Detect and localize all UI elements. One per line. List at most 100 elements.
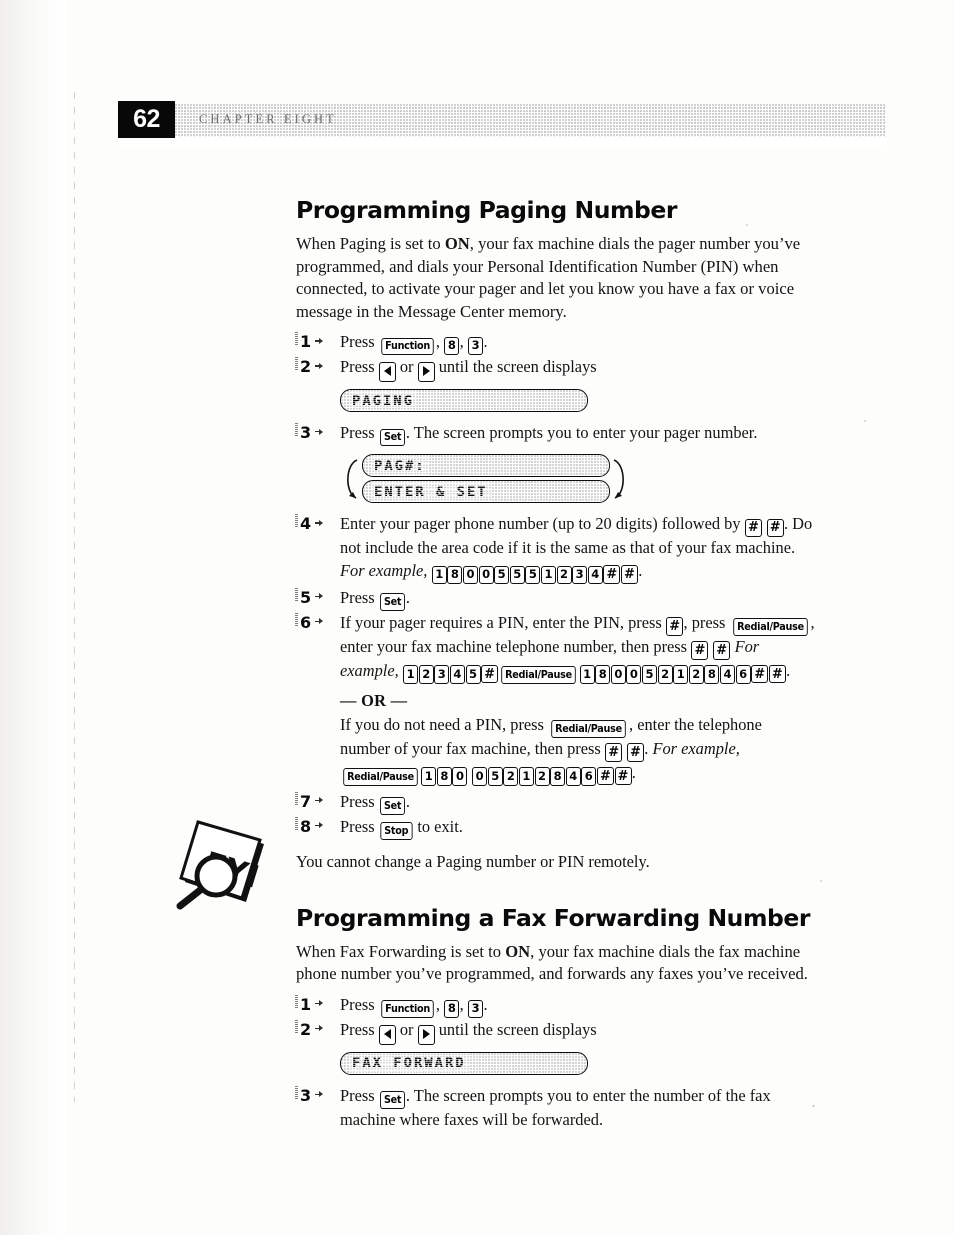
step-tail: . bbox=[786, 660, 791, 680]
key-hash[interactable]: # bbox=[626, 743, 644, 762]
key-8[interactable]: 8 bbox=[447, 565, 463, 584]
key-2[interactable]: 2 bbox=[534, 767, 550, 786]
key-hash[interactable]: # bbox=[751, 665, 769, 684]
key-set[interactable]: Set bbox=[379, 797, 405, 815]
step-number: 2 bbox=[294, 356, 311, 379]
key-4[interactable]: 4 bbox=[720, 665, 735, 684]
key-function[interactable]: Function bbox=[381, 337, 434, 356]
key-6[interactable]: 6 bbox=[735, 665, 751, 684]
key-hash[interactable]: # bbox=[691, 641, 709, 660]
key-hash[interactable]: # bbox=[744, 518, 762, 537]
key-5[interactable]: 5 bbox=[487, 767, 503, 786]
step-arrow-icon bbox=[315, 519, 324, 527]
key-1[interactable]: 1 bbox=[421, 767, 437, 786]
key-8[interactable]: 8 bbox=[436, 767, 452, 786]
key-1[interactable]: 1 bbox=[403, 665, 419, 684]
key-hash[interactable]: # bbox=[713, 641, 731, 660]
key-hash[interactable]: # bbox=[481, 665, 499, 684]
key-left-arrow[interactable] bbox=[378, 1024, 396, 1045]
key-8[interactable]: 8 bbox=[444, 999, 460, 1018]
step-number: 2 bbox=[294, 1019, 311, 1042]
key-redial-pause[interactable]: Redial/Pause bbox=[343, 768, 418, 786]
step-paging-5: 5 Press Set. bbox=[294, 587, 816, 611]
key-4[interactable]: 4 bbox=[587, 565, 603, 584]
key-1[interactable]: 1 bbox=[540, 565, 556, 584]
key-0[interactable]: 0 bbox=[478, 565, 494, 584]
key-hash[interactable]: # bbox=[605, 743, 623, 762]
key-0[interactable]: 0 bbox=[462, 565, 478, 584]
key-8[interactable]: 8 bbox=[595, 665, 611, 684]
key-8[interactable]: 8 bbox=[444, 337, 460, 356]
section-title-fax-forwarding: Programming a Fax Forwarding Number bbox=[296, 903, 810, 932]
key-left-arrow[interactable] bbox=[378, 362, 396, 383]
key-8[interactable]: 8 bbox=[704, 665, 720, 684]
key-hash[interactable]: # bbox=[614, 767, 632, 786]
press-word: Press bbox=[340, 423, 375, 443]
key-4[interactable]: 4 bbox=[449, 665, 465, 684]
example-label: For example, bbox=[652, 738, 740, 758]
example-label: For example, bbox=[340, 560, 428, 580]
key-right-arrow[interactable] bbox=[417, 1024, 435, 1045]
key-3[interactable]: 3 bbox=[572, 565, 588, 584]
key-hash[interactable]: # bbox=[620, 565, 638, 584]
step-text-a: Enter your pager phone number (up to 20 … bbox=[340, 514, 741, 534]
key-6[interactable]: 6 bbox=[581, 767, 597, 786]
press-word: Press bbox=[340, 816, 375, 836]
key-5[interactable]: 5 bbox=[465, 665, 481, 684]
key-3[interactable]: 3 bbox=[434, 665, 450, 684]
key-hash[interactable]: # bbox=[596, 767, 614, 786]
key-5[interactable]: 5 bbox=[509, 565, 525, 584]
key-5[interactable]: 5 bbox=[494, 565, 510, 584]
key-1[interactable]: 1 bbox=[579, 665, 595, 684]
step-tail: . bbox=[405, 791, 411, 811]
key-0[interactable]: 0 bbox=[452, 767, 468, 786]
key-1[interactable]: 1 bbox=[673, 665, 689, 684]
key-0[interactable]: 0 bbox=[610, 665, 626, 684]
key-2[interactable]: 2 bbox=[556, 565, 572, 584]
key-hash[interactable]: # bbox=[766, 518, 784, 537]
key-function[interactable]: Function bbox=[381, 1000, 434, 1018]
step-text-b: , press bbox=[683, 612, 726, 632]
key-hash[interactable]: # bbox=[666, 617, 684, 636]
scan-dust bbox=[746, 224, 748, 226]
key-2[interactable]: 2 bbox=[503, 767, 519, 786]
period-1: . bbox=[483, 994, 488, 1014]
key-hash[interactable]: # bbox=[603, 565, 621, 584]
key-8[interactable]: 8 bbox=[550, 767, 566, 786]
key-redial-pause[interactable]: Redial/Pause bbox=[551, 720, 626, 738]
key-0[interactable]: 0 bbox=[472, 767, 488, 786]
key-2[interactable]: 2 bbox=[418, 665, 434, 684]
key-set[interactable]: Set bbox=[379, 1091, 405, 1109]
key-1[interactable]: 1 bbox=[518, 767, 534, 786]
or-text-c: . bbox=[644, 738, 649, 758]
key-set[interactable]: Set bbox=[379, 593, 405, 611]
chapter-label: CHAPTER EIGHT bbox=[199, 112, 337, 126]
lcd-text: PAGING bbox=[349, 390, 417, 411]
lcd-display-fax-forward: FAX FORWARD bbox=[340, 1051, 816, 1075]
lcd-cycle-arrow-left-icon bbox=[347, 459, 358, 499]
key-1[interactable]: 1 bbox=[431, 565, 447, 584]
step-arrow-icon bbox=[315, 797, 324, 805]
lcd-cycle-arrow-right-icon bbox=[613, 459, 624, 499]
step-arrow-icon bbox=[315, 337, 324, 345]
key-set[interactable]: Set bbox=[379, 428, 405, 447]
key-5[interactable]: 5 bbox=[642, 665, 658, 684]
key-0[interactable]: 0 bbox=[626, 665, 642, 684]
key-redial-pause[interactable]: Redial/Pause bbox=[732, 618, 808, 636]
key-2[interactable]: 2 bbox=[657, 665, 673, 684]
step-number: 1 bbox=[294, 331, 311, 354]
key-3[interactable]: 3 bbox=[468, 337, 484, 356]
step-tail: . The screen prompts you to enter your p… bbox=[405, 423, 758, 443]
key-hash[interactable]: # bbox=[768, 665, 786, 684]
key-redial-pause[interactable]: Redial/Pause bbox=[501, 666, 577, 684]
key-sequence-nopin: Redial/Pause 1 8 0 bbox=[340, 763, 468, 786]
lcd-display-pagnum: PAG#: ENTER & SET bbox=[340, 454, 632, 504]
key-right-arrow[interactable] bbox=[417, 362, 435, 383]
key-4[interactable]: 4 bbox=[565, 767, 581, 786]
key-3[interactable]: 3 bbox=[468, 999, 484, 1018]
key-stop[interactable]: Stop bbox=[380, 822, 412, 840]
section-title-paging: Programming Paging Number bbox=[296, 196, 678, 224]
press-word: Press bbox=[340, 1085, 375, 1105]
key-2[interactable]: 2 bbox=[688, 665, 704, 684]
key-5[interactable]: 5 bbox=[525, 565, 541, 584]
